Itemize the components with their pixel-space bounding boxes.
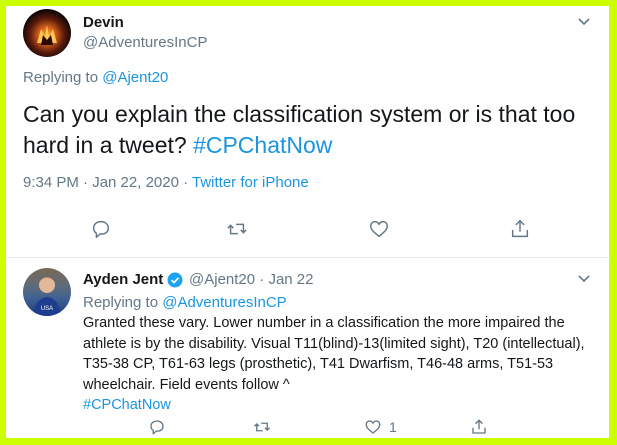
like-icon[interactable] [368,218,390,240]
chevron-down-icon[interactable] [577,15,591,29]
like-icon[interactable] [364,418,382,436]
replying-to-link[interactable]: @Ajent20 [102,69,168,86]
avatar-athlete-photo: USA [33,277,61,316]
avatar-jersey-text: USA [41,306,53,312]
tweet-date[interactable]: · Jan 22 [255,271,313,288]
tweet-source-link[interactable]: Twitter for iPhone [192,174,309,191]
avatar-flame-logo [37,25,57,45]
replying-to-line: Replying to @AdventuresInCP [83,294,287,311]
reply-icon[interactable] [90,218,112,240]
replying-to-line: Replying to @Ajent20 [23,69,168,86]
tweet-thread-card: Devin @AdventuresInCP Replying to @Ajent… [6,6,609,438]
like-count: 1 [389,419,397,435]
author-name[interactable]: Ayden Jent [83,271,163,288]
tweet-body: Granted these vary. Lower number in a cl… [83,315,585,393]
tweet-timestamp[interactable]: 9:34 PM · Jan 22, 2020 · [23,174,192,191]
main-tweet: Devin @AdventuresInCP Replying to @Ajent… [6,6,609,258]
retweet-icon[interactable] [226,218,248,240]
reply-icon[interactable] [148,418,166,436]
author-handle[interactable]: @AdventuresInCP [83,34,207,51]
tweet-actions: 1 [6,418,609,438]
replying-to-link[interactable]: @AdventuresInCP [162,294,286,311]
reply-tweet: USA Ayden Jent @Ajent20 · Jan 22 Replyin… [6,258,609,438]
tweet-text: Granted these vary. Lower number in a cl… [83,313,598,416]
share-icon[interactable] [509,218,531,240]
hashtag-link[interactable]: #CPChatNow [193,132,332,158]
author-handle-and-date: @Ajent20 · Jan 22 [189,271,313,288]
replying-to-label: Replying to [83,294,163,311]
author-handle[interactable]: @Ajent20 [189,271,255,288]
tweet-text: Can you explain the classification syste… [23,99,593,161]
avatar[interactable] [23,9,71,57]
tweet-timestamp-line: 9:34 PM · Jan 22, 2020 · Twitter for iPh… [23,174,309,191]
retweet-icon[interactable] [253,418,271,436]
replying-to-label: Replying to [23,69,103,86]
hashtag-link[interactable]: #CPChatNow [83,397,171,413]
tweet-actions [6,216,609,246]
share-icon[interactable] [470,418,488,436]
verified-badge-icon [167,272,183,288]
author-name[interactable]: Devin [83,14,124,31]
avatar[interactable]: USA [23,268,71,316]
chevron-down-icon[interactable] [577,272,591,286]
